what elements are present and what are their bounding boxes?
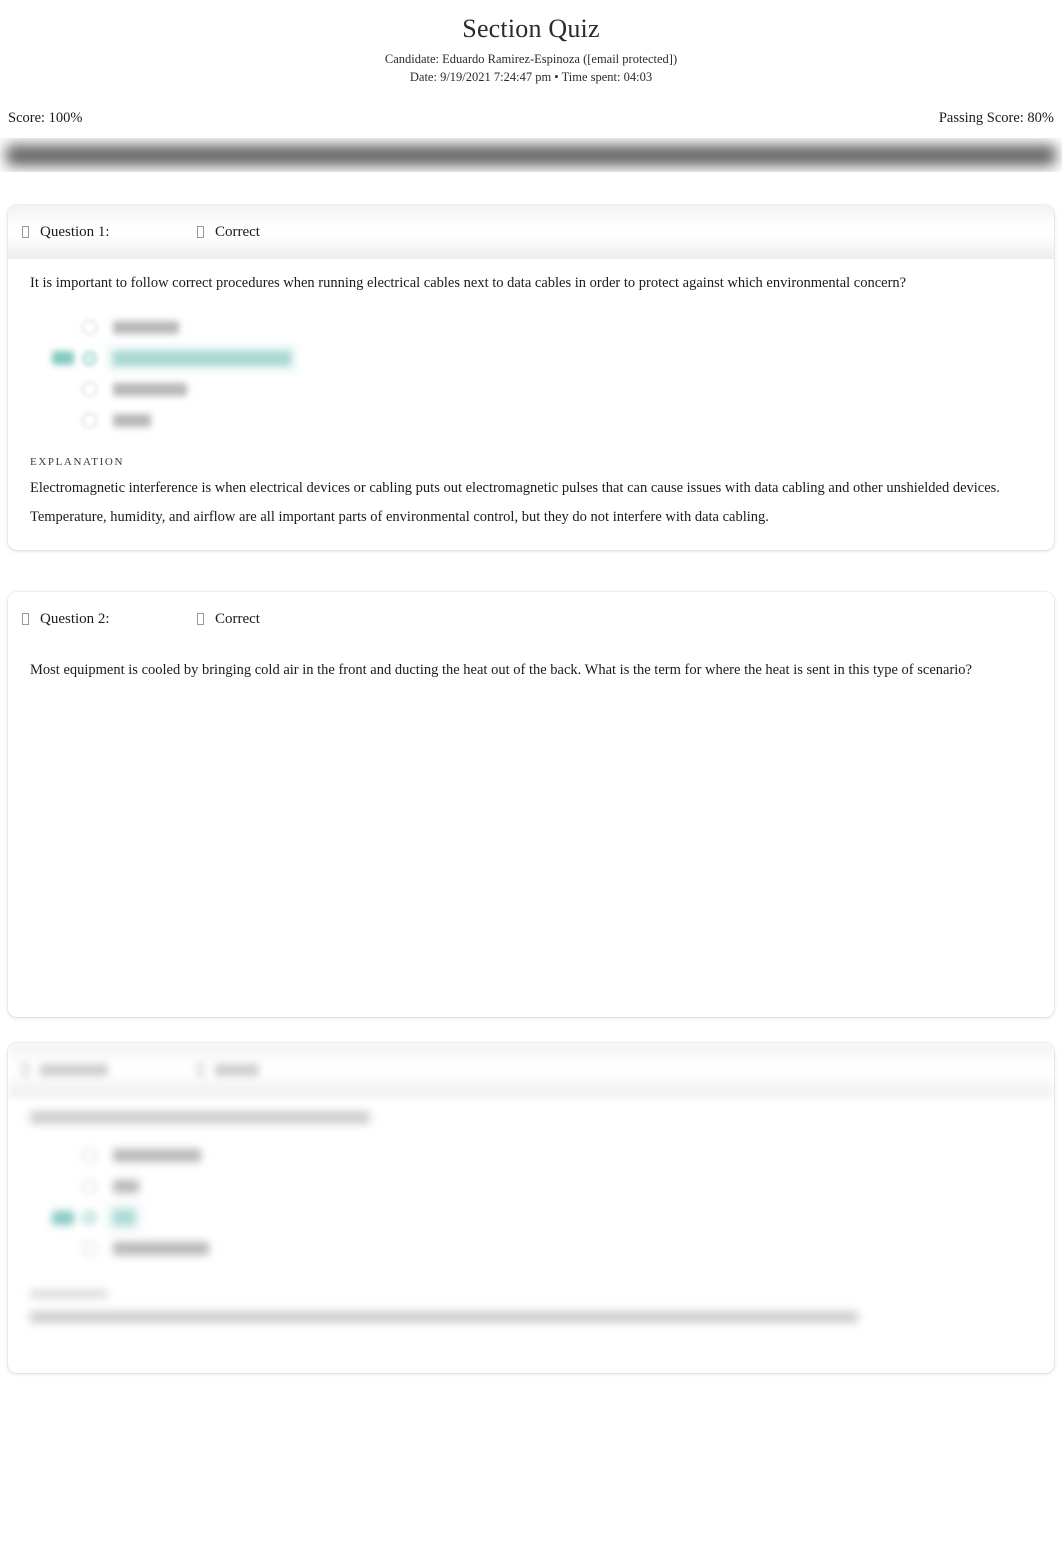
option-radio[interactable] [82, 1148, 97, 1163]
option-radio[interactable] [82, 1241, 97, 1256]
explanation-line-redacted [30, 1311, 858, 1323]
question-3-options [30, 1124, 1032, 1268]
date-line: Date: 9/19/2021 7:24:47 pm • Time spent:… [409, 69, 653, 84]
question-3-label-group [22, 1064, 197, 1076]
option-radio[interactable] [82, 319, 97, 335]
question-3-body [8, 1097, 1054, 1341]
check-mark-icon [197, 1064, 204, 1076]
question-1-status-group: Correct [197, 224, 260, 241]
question-3-text-redacted [30, 1111, 1032, 1124]
score-progress-bar [0, 138, 1062, 172]
question-2-label-group: Question 2: [22, 611, 197, 628]
score-progress-fill [6, 144, 1056, 166]
option-radio[interactable] [82, 1210, 97, 1225]
check-mark-icon [197, 226, 204, 238]
option-row[interactable] [52, 405, 1032, 436]
option-row[interactable] [52, 374, 1032, 405]
page-title: Section Quiz [462, 14, 600, 43]
option-label-redacted [113, 1180, 139, 1193]
option-correct-marker-icon [52, 351, 74, 366]
option-correct-marker-icon [52, 1180, 74, 1194]
question-3-status-redacted [215, 1064, 259, 1076]
option-correct-marker-icon [52, 320, 74, 334]
question-2-status: Correct [215, 610, 260, 627]
option-label-redacted [113, 1149, 201, 1162]
option-correct-marker-icon [52, 1149, 74, 1163]
question-1-header: Question 1: Correct [8, 205, 1054, 259]
score-row: Score: 100% Passing Score: 80% [0, 110, 1062, 127]
option-label-redacted [113, 382, 187, 396]
question-1-options [30, 302, 1032, 440]
option-radio[interactable] [82, 381, 97, 397]
option-correct-marker-icon [52, 413, 74, 427]
option-correct-marker-icon [52, 382, 74, 396]
question-1-text: It is important to follow correct proced… [30, 275, 907, 291]
option-radio[interactable] [82, 350, 97, 366]
question-card-1: Question 1: Correct It is important to f… [8, 205, 1054, 550]
option-label-redacted [113, 1242, 209, 1255]
question-card-2: Question 2: Correct Most equipment is co… [8, 592, 1054, 1017]
option-label-redacted [113, 1210, 135, 1225]
option-row[interactable] [52, 1171, 1032, 1202]
question-1-label: Question 1: [40, 223, 110, 240]
report-header: Section Quiz Candidate: Eduardo Ramirez-… [0, 0, 1062, 86]
question-marker-icon [22, 226, 29, 238]
option-row[interactable] [52, 1140, 1032, 1171]
question-marker-icon [22, 613, 29, 625]
question-3-status-group [197, 1064, 259, 1076]
candidate-line: Candidate: Eduardo Ramirez-Espinoza ([em… [384, 51, 678, 66]
option-row[interactable] [52, 1202, 1032, 1233]
option-radio[interactable] [82, 412, 97, 428]
question-2-label: Question 2: [40, 610, 110, 627]
question-card-3 [8, 1043, 1054, 1373]
option-label-redacted [113, 413, 151, 427]
explanation-paragraph: Electromagnetic interference is when ele… [30, 479, 1000, 496]
option-correct-marker-icon [52, 1242, 74, 1256]
option-row[interactable] [52, 1233, 1032, 1264]
option-label-redacted [113, 320, 179, 334]
question-1-body: It is important to follow correct proced… [8, 259, 1054, 550]
question-2-text: Most equipment is cooled by bringing col… [30, 662, 972, 678]
option-row[interactable] [52, 312, 1032, 343]
option-label-redacted [113, 350, 291, 366]
passing-score-value: Passing Score: 80% [938, 110, 1054, 126]
score-value: Score: 100% [8, 110, 83, 126]
option-radio[interactable] [82, 1179, 97, 1194]
explanation-paragraph: Temperature, humidity, and airflow are a… [30, 509, 769, 526]
question-2-status-group: Correct [197, 611, 260, 628]
explanation-label: EXPLANATION [30, 455, 124, 468]
question-2-body: Most equipment is cooled by bringing col… [8, 646, 1054, 707]
question-marker-icon [22, 1064, 29, 1076]
question-2-header: Question 2: Correct [8, 592, 1054, 646]
option-row[interactable] [52, 343, 1032, 374]
question-3-header [8, 1043, 1054, 1097]
question-1-label-group: Question 1: [22, 224, 197, 241]
question-3-explanation-redacted [30, 1290, 1032, 1323]
report-subheader: Candidate: Eduardo Ramirez-Espinoza ([em… [0, 51, 1062, 86]
option-correct-marker-icon [52, 1210, 74, 1225]
question-1-status: Correct [215, 223, 260, 240]
question-3-label-redacted [40, 1064, 108, 1076]
check-mark-icon [197, 613, 204, 625]
explanation-label-redacted [30, 1290, 108, 1298]
